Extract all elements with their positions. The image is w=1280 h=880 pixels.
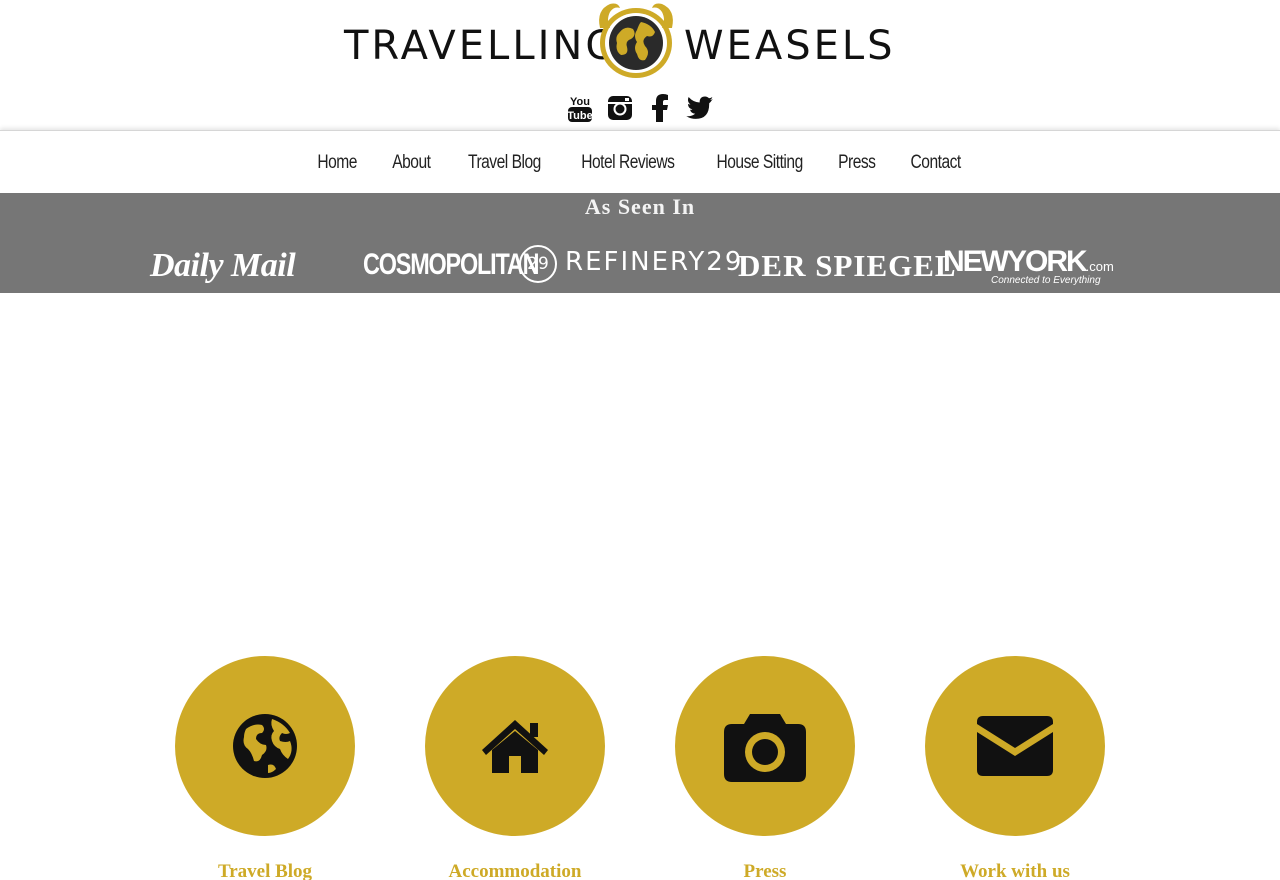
der-spiegel-logo-text: DER SPIEGEL	[738, 248, 957, 283]
refinery29-mark: 29	[519, 245, 557, 283]
instagram-icon[interactable]	[605, 93, 635, 123]
nav-item-home[interactable]: Home	[316, 152, 359, 174]
newyork-com-logo: NEWYORK.com Connected to Everything	[943, 245, 1114, 286]
nav-item-about[interactable]: About	[390, 152, 432, 174]
globe-icon	[233, 714, 297, 778]
feature-work-with-us[interactable]: Work with us	[925, 656, 1105, 880]
main-nav: Home About Travel Blog Hotel Reviews Hou…	[0, 130, 1280, 193]
feature-circle	[425, 656, 605, 836]
social-links: You Tube	[565, 92, 715, 124]
feature-travel-blog[interactable]: Travel Blog	[175, 656, 355, 880]
nav-item-hotel-reviews[interactable]: Hotel Reviews	[580, 152, 676, 174]
logo-text-left: TRAVELLING	[344, 23, 620, 69]
daily-mail-logo-text: Daily Mail	[150, 247, 296, 284]
feature-circle	[675, 656, 855, 836]
cosmopolitan-logo-text: COSMOPOLITAN	[363, 248, 539, 281]
feature-press[interactable]: Press	[675, 656, 855, 880]
newyork-logo-tagline: Connected to Everything	[991, 275, 1101, 286]
logo-globe-icon	[599, 3, 673, 78]
feature-accommodation[interactable]: Accommodation	[425, 656, 605, 880]
nav-item-press[interactable]: Press	[836, 152, 877, 174]
site-logo[interactable]: TRAVELLING WEASELS	[340, 0, 893, 82]
as-seen-in-band: As Seen In Daily Mail COSMOPOLITAN 29 RE…	[0, 193, 1280, 293]
daily-mail-logo: Daily Mail	[150, 247, 296, 285]
facebook-icon[interactable]	[645, 93, 675, 123]
svg-text:You: You	[570, 96, 590, 108]
twitter-icon[interactable]	[685, 93, 715, 123]
cosmopolitan-logo: COSMOPOLITAN	[363, 248, 539, 282]
envelope-icon	[977, 716, 1053, 776]
feature-label: Press	[743, 861, 787, 880]
as-seen-in-title: As Seen In	[584, 194, 696, 219]
newyork-logo-suffix: .com	[1085, 259, 1114, 274]
camera-icon	[724, 714, 806, 782]
refinery29-logo-text: REFINERY29	[565, 247, 744, 277]
der-spiegel-logo: DER SPIEGEL	[738, 248, 957, 284]
youtube-icon[interactable]: You Tube	[565, 93, 595, 123]
home-icon	[482, 720, 548, 773]
feature-label: Work with us	[960, 861, 1070, 880]
feature-label: Travel Blog	[217, 861, 313, 880]
logo-text-right: WEASELS	[684, 23, 896, 69]
nav-item-house-sitting[interactable]: House Sitting	[714, 152, 804, 174]
feature-circle	[925, 656, 1105, 836]
svg-text:Tube: Tube	[567, 110, 592, 122]
newyork-logo-text: NEWYORK	[943, 245, 1088, 278]
feature-label: Accommodation	[448, 861, 582, 880]
feature-circle	[175, 656, 355, 836]
nav-item-contact[interactable]: Contact	[909, 152, 963, 174]
nav-item-travel-blog[interactable]: Travel Blog	[467, 152, 543, 174]
